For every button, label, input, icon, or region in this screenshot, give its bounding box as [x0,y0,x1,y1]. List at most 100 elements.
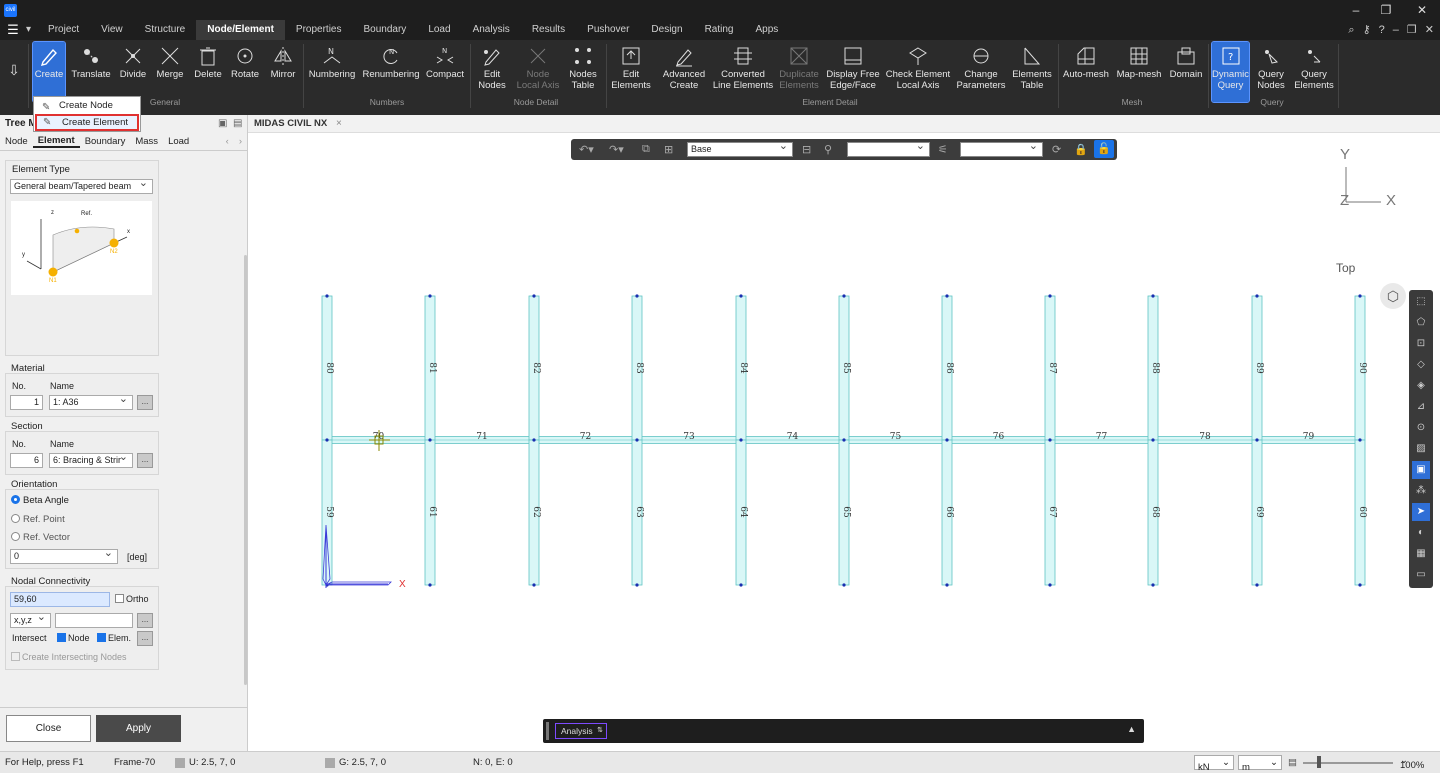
hamburger-menu-icon[interactable]: ☰ [0,22,26,38]
material-name-select[interactable]: 1: A36 [49,393,133,410]
expand-icon[interactable]: ▲ [1127,724,1136,734]
menu-analysis[interactable]: Analysis [462,20,521,40]
menu-apps[interactable]: Apps [744,20,789,40]
auto-mesh-button[interactable]: Auto-mesh [1061,42,1111,102]
material-no-input[interactable]: 1 [10,395,43,410]
monitor-icon[interactable]: ▭ [1412,566,1430,584]
query-elements-button[interactable]: Query Elements [1293,42,1335,102]
analysis-select[interactable]: Analysis ⇅ [555,723,607,739]
create-node-item[interactable]: ✎ Create Node [34,97,140,114]
change-parameters-button[interactable]: Change Parameters [955,42,1007,102]
hamburger-caret-icon[interactable]: ▾ [26,20,37,40]
nodal-connectivity-input[interactable]: 59,60 [10,592,110,607]
delete-button[interactable]: Delete [192,42,224,102]
mirror-button[interactable]: Mirror [267,42,299,102]
close-window-button[interactable]: ✕ [1412,2,1432,18]
ribbon-close-icon[interactable]: ✕ [1425,20,1434,40]
beta-angle-select[interactable]: 0 [10,547,118,564]
coordinate-input[interactable] [55,613,133,628]
menu-results[interactable]: Results [521,20,576,40]
active-display-icon[interactable]: ▣ [1412,461,1430,479]
display-free-edge-button[interactable]: Display Free Edge/Face [825,42,881,102]
apply-button[interactable]: Apply [96,715,181,742]
tab-node[interactable]: Node [0,136,33,147]
menu-pushover[interactable]: Pushover [576,20,640,40]
panel-scrollbar[interactable] [244,255,247,685]
numbering-button[interactable]: N Numbering [307,42,357,102]
ortho-checkbox[interactable]: Ortho [115,594,149,604]
section-browse-button[interactable]: ... [137,453,153,468]
edit-nodes-button[interactable]: Edit Nodes [473,42,511,102]
intersect-node-checkbox[interactable]: Node [57,633,90,643]
length-unit-select[interactable]: m ⌄ [1238,755,1282,773]
create-button[interactable]: Create [32,41,66,103]
select-intersect-icon[interactable]: ⊡ [1412,335,1430,353]
create-element-item[interactable]: ✎ Create Element [35,114,139,131]
element-type-select[interactable]: General beam/Tapered beam [10,177,153,194]
hidden-icon[interactable]: ◐ [1412,524,1430,542]
workspace-icon[interactable]: ⇩ [4,62,24,86]
tab-midas-civil-nx[interactable]: MIDAS CIVIL NX [254,115,327,133]
menu-properties[interactable]: Properties [285,20,353,40]
tab-scroll-right-icon[interactable]: › [234,136,247,147]
tab-element[interactable]: Element [32,135,80,148]
select-node-icon[interactable]: ⊙ [1412,419,1430,437]
coordinate-browse-button[interactable]: ... [137,613,153,628]
intersect-options-button[interactable]: ... [137,631,153,646]
restore-button[interactable]: ❐ [1376,2,1396,18]
menu-node-element[interactable]: Node/Element [196,20,285,40]
translate-button[interactable]: Translate [71,42,111,102]
menu-structure[interactable]: Structure [134,20,197,40]
tab-load[interactable]: Load [163,136,194,147]
ref-point-radio[interactable]: Ref. Point [11,514,65,525]
select-window-icon[interactable]: ⬚ [1412,293,1430,311]
section-name-select[interactable]: 6: Bracing & Strir [49,453,133,468]
tab-boundary[interactable]: Boundary [80,136,131,147]
force-unit-select[interactable]: kN ⌄ [1194,755,1234,773]
material-browse-button[interactable]: ... [137,395,153,410]
select-plane-icon[interactable]: ◇ [1412,356,1430,374]
close-button[interactable]: Close [6,715,91,742]
menu-view[interactable]: View [90,20,134,40]
menu-load[interactable]: Load [417,20,461,40]
beta-angle-radio[interactable]: Beta Angle [11,495,69,506]
create-intersecting-nodes-checkbox[interactable]: Create Intersecting Nodes [11,652,127,662]
float-icon[interactable]: ▤ [233,115,242,133]
key-icon[interactable]: ⚷ [1363,20,1371,40]
rotate-button[interactable]: Rotate [229,42,261,102]
map-mesh-button[interactable]: Map-mesh [1115,42,1163,102]
select-volume-icon[interactable]: ◈ [1412,377,1430,395]
ref-vector-radio[interactable]: Ref. Vector [11,532,70,543]
domain-button[interactable]: Domain [1166,42,1206,102]
pointer-icon[interactable]: ➤ [1412,503,1430,521]
query-nodes-button[interactable]: Query Nodes [1252,42,1290,102]
ribbon-restore-icon[interactable]: ❐ [1407,20,1417,40]
nodes-table-button[interactable]: Nodes Table [564,42,602,102]
dynamic-query-button[interactable]: ? Dynamic Query [1211,41,1250,103]
zoom-select[interactable]: 100% ⌄ [1400,755,1424,771]
close-tab-icon[interactable]: × [336,118,342,129]
tab-scroll-left-icon[interactable]: ‹ [221,136,234,147]
section-no-input[interactable]: 6 [10,453,43,468]
zoom-slider-thumb[interactable] [1317,756,1321,768]
duplicate-elements-button[interactable]: Duplicate Elements [777,42,821,102]
advanced-create-button[interactable]: Advanced Create [659,42,709,102]
select-element-icon[interactable]: ⊿ [1412,398,1430,416]
unit-settings-icon[interactable]: ▤ [1288,757,1297,768]
converted-line-elements-button[interactable]: Converted Line Elements [712,42,774,102]
menu-design[interactable]: Design [640,20,693,40]
search-icon[interactable]: ⌕ [1348,20,1354,40]
edit-elements-button[interactable]: Edit Elements [609,42,653,102]
select-polygon-icon[interactable]: ⬠ [1412,314,1430,332]
check-element-local-axis-button[interactable]: Check Element Local Axis [885,42,951,102]
help-icon[interactable]: ? [1379,20,1385,40]
minimize-button[interactable]: – [1346,2,1366,18]
display-icon[interactable]: ▨ [1412,440,1430,458]
tab-mass[interactable]: Mass [130,136,163,147]
menu-rating[interactable]: Rating [694,20,745,40]
drag-handle[interactable] [546,722,549,740]
render-icon[interactable]: ▦ [1412,545,1430,563]
ribbon-minimize-icon[interactable]: – [1393,20,1399,40]
merge-button[interactable]: Merge [154,42,186,102]
model-viewport[interactable]: ↶▾ ↷▾ ⧉ ⊞ Base ⊟ ⚲ ⚟ ⟳ 🔒 🔓 Y Z X Top ⬡ 8… [248,133,1440,751]
